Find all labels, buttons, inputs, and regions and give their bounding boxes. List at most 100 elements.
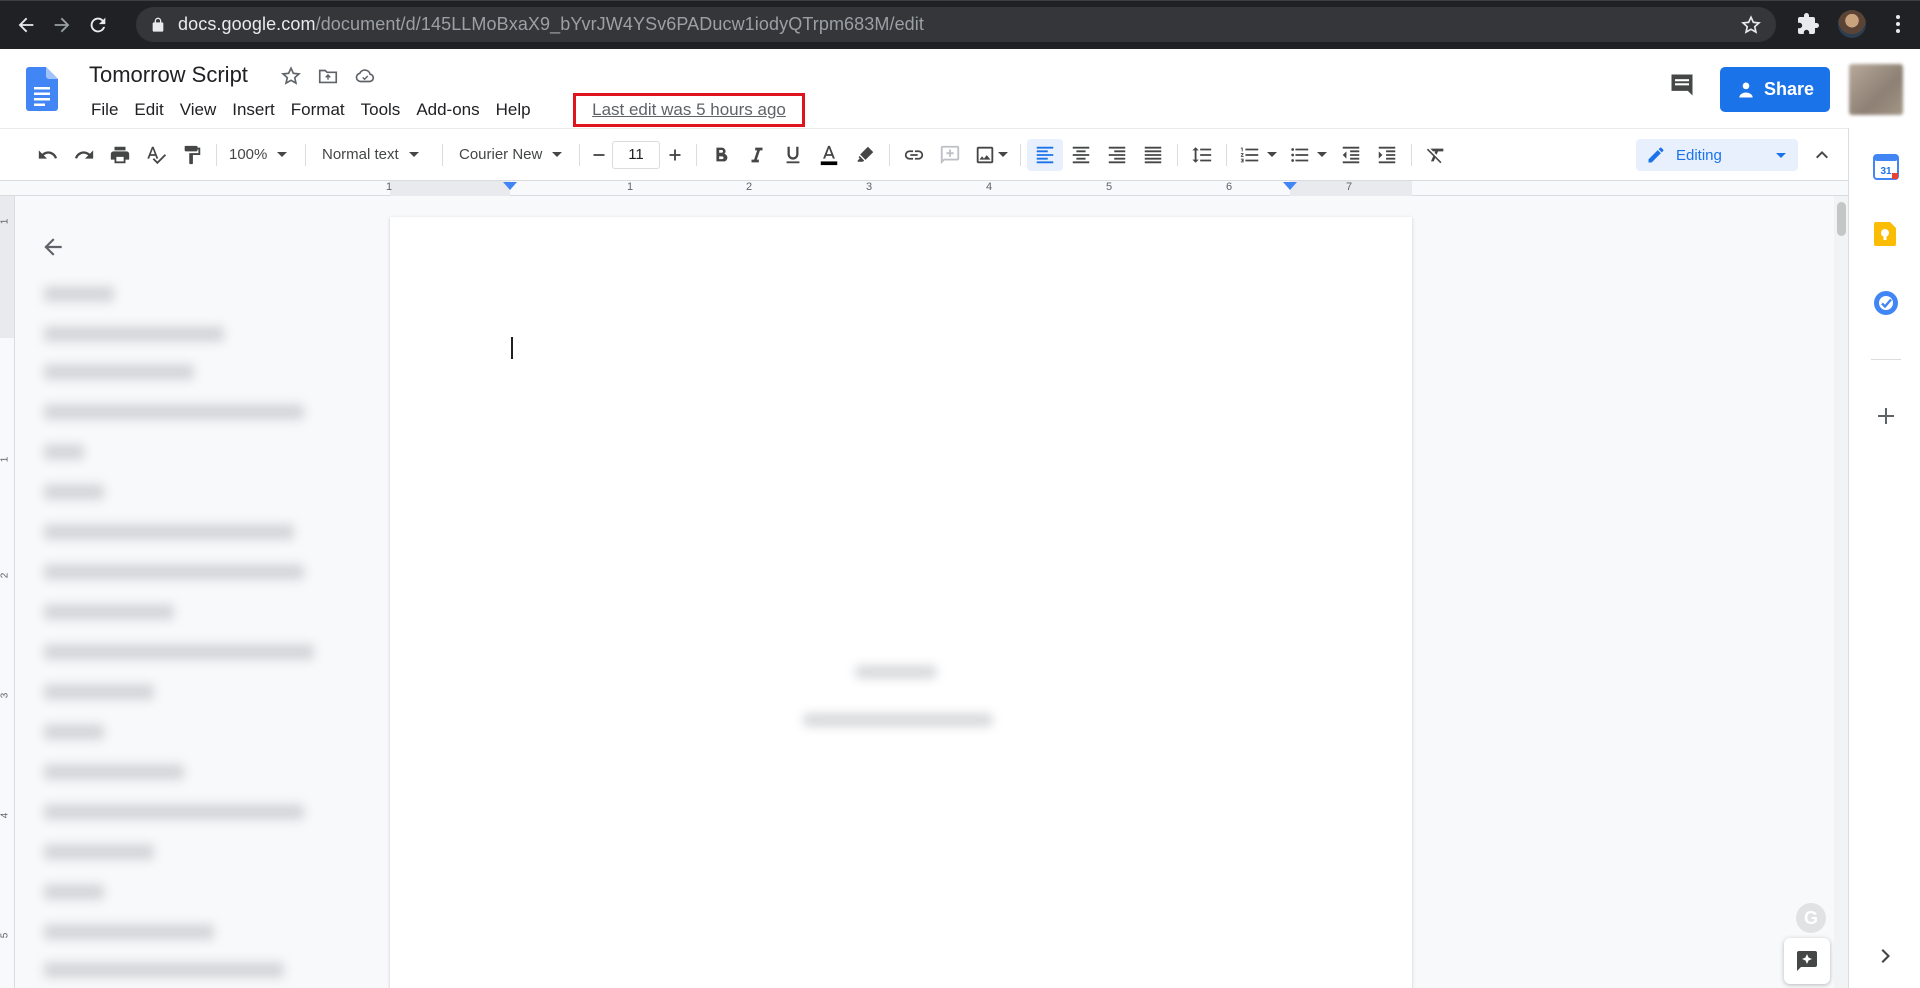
underline-button[interactable] — [775, 139, 811, 171]
menu-add-ons[interactable]: Add-ons — [408, 98, 487, 122]
move-folder-icon[interactable] — [317, 65, 339, 87]
align-left-button[interactable] — [1027, 138, 1063, 171]
menu-format[interactable]: Format — [283, 98, 353, 122]
menu-view[interactable]: View — [172, 98, 225, 122]
clear-formatting-button[interactable] — [1418, 139, 1454, 171]
get-add-ons-icon[interactable] — [1873, 403, 1899, 429]
font-family-value: Courier New — [459, 146, 543, 163]
bold-button[interactable] — [703, 139, 739, 171]
share-button[interactable]: Share — [1720, 67, 1830, 112]
numbered-list-button[interactable] — [1233, 139, 1283, 171]
outline-item[interactable] — [44, 404, 304, 420]
italic-button[interactable] — [739, 139, 775, 171]
spellcheck-icon — [147, 146, 167, 164]
last-edit-link[interactable]: Last edit was 5 hours ago — [592, 100, 786, 120]
reload-button[interactable] — [80, 7, 116, 43]
outline-item[interactable] — [44, 524, 294, 540]
arrow-left-icon[interactable] — [40, 234, 66, 260]
toolbar-divider — [1020, 143, 1021, 166]
align-right-button[interactable] — [1099, 139, 1135, 171]
outline-item[interactable] — [44, 604, 174, 620]
tasks-icon[interactable] — [1873, 290, 1899, 316]
spellcheck-button[interactable] — [138, 139, 174, 171]
decrease-indent-button[interactable] — [1333, 139, 1369, 171]
reload-icon — [90, 17, 106, 32]
paragraph-style-select[interactable]: Normal text — [312, 146, 436, 163]
account-avatar[interactable] — [1849, 64, 1903, 115]
chevron-up-icon[interactable] — [1810, 143, 1834, 167]
outline-item[interactable] — [44, 924, 214, 940]
outline-item[interactable] — [44, 444, 84, 460]
keep-icon[interactable] — [1873, 221, 1899, 247]
right-indent-marker[interactable] — [1283, 182, 1297, 190]
highlight-color-button[interactable] — [847, 139, 883, 171]
cloud-status-icon[interactable] — [354, 65, 376, 87]
editing-mode-label: Editing — [1676, 146, 1722, 164]
insert-link-button[interactable] — [896, 139, 932, 171]
menu-insert[interactable]: Insert — [224, 98, 283, 122]
address-bar[interactable]: docs.google.com/document/d/145LLMoBxaX9_… — [136, 7, 1776, 42]
font-family-select[interactable]: Courier New — [449, 146, 573, 163]
align-center-icon — [1072, 146, 1090, 163]
outline-item[interactable] — [44, 724, 104, 740]
menu-edit[interactable]: Edit — [126, 98, 171, 122]
explore-button[interactable] — [1784, 938, 1830, 984]
outline-item[interactable] — [44, 804, 304, 820]
align-center-button[interactable] — [1063, 139, 1099, 171]
undo-button[interactable] — [30, 139, 66, 171]
browser-profile-avatar[interactable] — [1838, 10, 1866, 38]
outline-item[interactable] — [44, 644, 314, 660]
forward-button[interactable] — [44, 7, 80, 43]
line-spacing-button[interactable] — [1184, 139, 1220, 171]
horizontal-ruler[interactable]: 1 1 2 3 4 5 6 7 — [0, 181, 1848, 196]
text-color-button[interactable] — [811, 139, 847, 171]
side-panel-divider — [1871, 359, 1901, 360]
redo-button[interactable] — [66, 139, 102, 171]
document-scrollbar[interactable] — [1834, 196, 1848, 988]
increase-font-size-button[interactable] — [660, 139, 690, 171]
back-button[interactable] — [8, 7, 44, 43]
outline-item[interactable] — [44, 484, 104, 500]
add-comment-button[interactable] — [932, 139, 968, 171]
menu-file[interactable]: File — [83, 98, 126, 122]
outline-item[interactable] — [44, 884, 104, 900]
extensions-icon[interactable] — [1796, 12, 1820, 36]
vertical-ruler[interactable]: 1 1 2 3 4 5 — [0, 196, 15, 988]
menu-tools[interactable]: Tools — [353, 98, 409, 122]
outline-item[interactable] — [44, 844, 154, 860]
more-vert-icon[interactable] — [1886, 12, 1910, 36]
zoom-select[interactable]: 100% — [223, 146, 299, 163]
outline-item[interactable] — [44, 564, 304, 580]
outline-item[interactable] — [44, 962, 284, 978]
insert-image-button[interactable] — [968, 139, 1014, 171]
outline-item[interactable] — [44, 684, 154, 700]
increase-indent-button[interactable] — [1369, 139, 1405, 171]
document-page[interactable] — [390, 217, 1412, 988]
bookmark-star-icon[interactable] — [1740, 14, 1762, 36]
lock-icon — [152, 17, 164, 32]
numbered-list-icon — [1240, 147, 1259, 162]
comment-history-icon[interactable] — [1668, 71, 1696, 99]
bulleted-list-button[interactable] — [1283, 139, 1333, 171]
toolbar-divider — [1226, 143, 1227, 166]
print-button[interactable] — [102, 139, 138, 171]
document-title[interactable]: Tomorrow Script — [89, 62, 248, 88]
justify-button[interactable] — [1135, 139, 1171, 171]
docs-logo-icon[interactable] — [26, 67, 58, 111]
font-size-input[interactable]: 11 — [612, 140, 660, 169]
paint-format-button[interactable] — [174, 139, 210, 171]
scrollbar-thumb[interactable] — [1837, 202, 1846, 236]
outline-item[interactable] — [44, 286, 114, 302]
grammarly-icon[interactable]: G — [1796, 903, 1826, 933]
outline-item[interactable] — [44, 326, 224, 342]
outline-item[interactable] — [44, 364, 194, 380]
star-icon[interactable] — [280, 65, 302, 87]
chevron-right-icon[interactable] — [1873, 943, 1899, 969]
ruler-label: 6 — [1226, 181, 1233, 193]
outline-item[interactable] — [44, 764, 184, 780]
decrease-font-size-button[interactable] — [586, 139, 612, 171]
editing-mode-select[interactable]: Editing — [1636, 139, 1798, 171]
left-indent-marker[interactable] — [503, 182, 517, 190]
menu-help[interactable]: Help — [488, 98, 539, 122]
calendar-icon[interactable]: 31 — [1873, 154, 1899, 180]
